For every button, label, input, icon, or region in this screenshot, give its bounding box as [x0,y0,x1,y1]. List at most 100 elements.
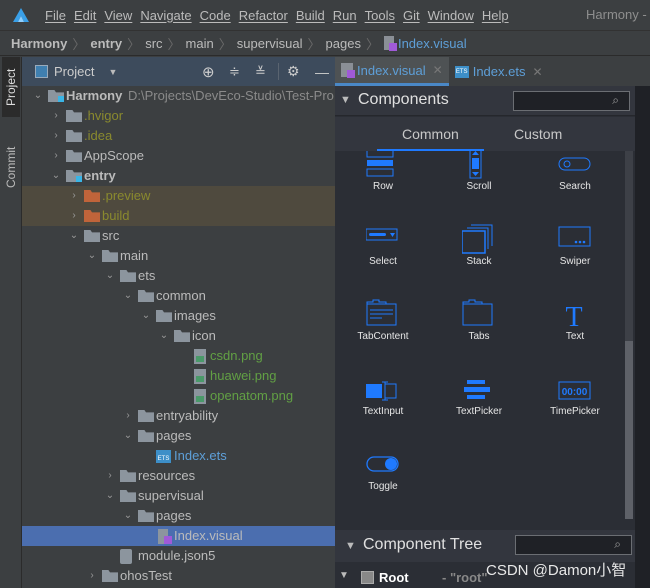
menu-navigate[interactable]: Navigate [140,8,191,23]
tree-item[interactable]: › .preview [22,186,335,206]
chevron-down-icon[interactable]: ⌄ [123,291,133,301]
tree-item[interactable]: csdn.png [22,346,335,366]
locate-icon[interactable]: ⊕ [202,63,215,81]
menu-view[interactable]: View [104,8,132,23]
tree-item[interactable]: ⌄ pages [22,506,335,526]
tree-item[interactable]: module.json5 [22,546,335,566]
chevron-right-icon[interactable]: › [51,111,61,121]
tree-item[interactable]: ⌄ images [22,306,335,326]
menu-file[interactable]: File [45,8,66,23]
chevron-right-icon[interactable]: › [123,411,133,421]
tab-commit[interactable]: Commit [2,137,20,197]
component-scroll[interactable]: Scroll [431,151,527,224]
menu-code[interactable]: Code [200,8,231,23]
collapse-all-icon[interactable]: ≚ [255,64,266,80]
chevron-down-icon[interactable]: ⌄ [87,251,97,261]
chevron-down-icon[interactable]: ⌄ [105,271,115,281]
chevron-down-icon[interactable]: ⌄ [33,91,43,101]
component-tabcontent[interactable]: TabContent [335,299,431,374]
scrollbar-thumb[interactable] [625,341,633,519]
tree-item[interactable]: › .hvigor [22,106,335,126]
tree-item[interactable]: ⌄ ets [22,266,335,286]
component-text[interactable]: T Text [527,299,623,374]
tree-item[interactable]: › .idea [22,126,335,146]
breadcrumb-item[interactable]: main [186,36,214,51]
tree-item[interactable]: ⌄ icon [22,326,335,346]
collapse-triangle-icon[interactable]: ▼ [345,540,356,552]
tree-item[interactable]: huawei.png [22,366,335,386]
breadcrumb-item[interactable]: Index.visual [398,36,467,51]
breadcrumb-item[interactable]: supervisual [237,36,303,51]
chevron-right-icon[interactable]: › [69,191,79,201]
menu-refactor[interactable]: Refactor [239,8,288,23]
chevron-down-icon[interactable]: ⌄ [141,311,151,321]
tree-item[interactable]: ⌄ Harmony D:\Projects\DevEco-Studio\Test-P… [22,86,335,106]
tree-item[interactable]: ⌄ main [22,246,335,266]
menu-run[interactable]: Run [333,8,357,23]
component-toggle[interactable]: Toggle [335,449,431,519]
tree-item-label: main [120,248,149,263]
breadcrumb-item[interactable]: pages [326,36,361,51]
tab-index-visual[interactable]: Index.visual ✕ [335,57,449,86]
chevron-down-icon[interactable]: ⌄ [51,171,61,181]
tree-item[interactable]: ⌄ src [22,226,335,246]
components-search-input[interactable]: ⌕ [513,91,630,111]
tree-item[interactable]: Index.visual [22,526,335,546]
chevron-down-icon[interactable]: ⌄ [159,331,169,341]
chevron-down-icon[interactable]: ⌄ [69,231,79,241]
project-view-dropdown[interactable]: Project [54,64,94,79]
tree-item[interactable]: ⌄ entry [22,166,335,186]
component-tree-search-input[interactable]: ⌕ [515,535,632,555]
component-search[interactable]: Search [527,151,623,224]
close-icon[interactable]: ✕ [433,63,443,77]
menu-edit[interactable]: Edit [74,8,96,23]
tree-item[interactable]: › build [22,206,335,226]
tree-item[interactable]: › AppScope [22,146,335,166]
menu-help[interactable]: Help [482,8,509,23]
tree-item[interactable]: ⌄ supervisual [22,486,335,506]
chevron-down-icon[interactable]: ⌄ [123,511,133,521]
component-textinput[interactable]: TextInput [335,374,431,449]
component-stack[interactable]: Stack [431,224,527,299]
chevron-right-icon[interactable]: › [51,131,61,141]
expand-triangle-icon[interactable]: ▼ [339,570,349,581]
tree-item[interactable]: ETS Index.ets [22,446,335,466]
tab-common[interactable]: Common [402,126,459,142]
components-scrollbar[interactable] [625,151,633,519]
chevron-down-icon[interactable]: ⌄ [105,491,115,501]
chevron-right-icon[interactable]: › [105,471,115,481]
component-timepicker[interactable]: 00:00 TimePicker [527,374,623,449]
tree-item[interactable]: › resources [22,466,335,486]
chevron-right-icon[interactable]: › [51,151,61,161]
tab-custom[interactable]: Custom [514,126,562,142]
menu-window[interactable]: Window [428,8,474,23]
tab-index-ets[interactable]: ETS Index.ets ✕ [449,57,549,86]
menu-tools[interactable]: Tools [365,8,395,23]
tree-item[interactable]: ⌄ pages [22,426,335,446]
close-icon[interactable]: ✕ [532,65,542,79]
chevron-right-icon[interactable]: › [69,211,79,221]
menu-build[interactable]: Build [296,8,325,23]
chevron-down-icon[interactable]: ▼ [108,67,117,77]
component-textpicker[interactable]: TextPicker [431,374,527,449]
component-swiper[interactable]: Swiper [527,224,623,299]
chevron-down-icon[interactable]: ⌄ [123,431,133,441]
tree-item[interactable]: › ohosTest [22,566,335,586]
tab-project[interactable]: Project [2,57,20,117]
component-select[interactable]: Select [335,224,431,299]
menu-git[interactable]: Git [403,8,420,23]
tree-item[interactable]: openatom.png [22,386,335,406]
tree-item[interactable]: ⌄ common [22,286,335,306]
breadcrumb-item[interactable]: src [145,36,162,51]
chevron-right-icon[interactable]: › [87,571,97,581]
expand-all-icon[interactable]: ≑ [229,64,240,80]
breadcrumb-item[interactable]: entry [90,36,122,51]
component-tabs[interactable]: Tabs [431,299,527,374]
search-icon: ⌕ [612,93,619,107]
breadcrumb-item[interactable]: Harmony [11,36,67,51]
collapse-triangle-icon[interactable]: ▼ [340,94,351,106]
gear-icon[interactable]: ⚙ [287,63,300,80]
component-row[interactable]: Row [335,151,431,224]
minimize-icon[interactable]: — [315,64,329,80]
tree-item[interactable]: › entryability [22,406,335,426]
